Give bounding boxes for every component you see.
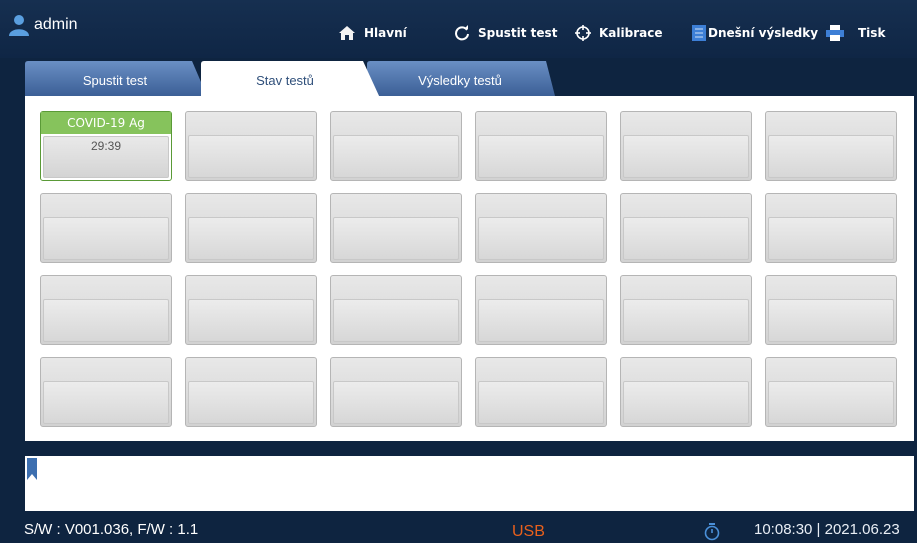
test-slot[interactable]: [330, 193, 462, 263]
test-slot[interactable]: [620, 193, 752, 263]
test-slot-timer: 29:39: [90, 139, 122, 153]
test-slot[interactable]: [475, 111, 607, 181]
test-slot[interactable]: [765, 275, 897, 345]
home-icon: [339, 26, 355, 40]
test-slot[interactable]: [475, 275, 607, 345]
nav-print-label: Tisk: [858, 26, 886, 40]
tab-run-test-label: Spustit test: [82, 72, 148, 88]
test-slot[interactable]: [475, 193, 607, 263]
test-slot[interactable]: [330, 275, 462, 345]
test-slot[interactable]: [765, 193, 897, 263]
tab-test-results-label: Výsledky testů: [418, 72, 502, 88]
printer-icon: [826, 25, 844, 41]
nav-home-button[interactable]: Hlavní: [338, 25, 407, 41]
user-name: admin: [34, 16, 78, 33]
test-slot[interactable]: [40, 275, 172, 345]
bookmark-icon: [27, 458, 37, 480]
test-slot[interactable]: [330, 357, 462, 427]
test-slot[interactable]: [185, 193, 317, 263]
tab-run-test[interactable]: Spustit test: [30, 60, 200, 96]
timer-icon: [704, 523, 720, 541]
refresh-icon: [455, 25, 469, 41]
test-slot[interactable]: [40, 357, 172, 427]
tab-test-status-label: Stav testů: [256, 72, 314, 88]
nav-calibration-label: Kalibrace: [599, 26, 663, 40]
usb-status: USB: [512, 523, 545, 540]
date-time: 10:08:30 | 2021.06.23: [754, 521, 900, 538]
test-slot[interactable]: [765, 111, 897, 181]
test-slot[interactable]: [765, 357, 897, 427]
test-slot[interactable]: [185, 111, 317, 181]
test-slot-active[interactable]: COVID-19 Ag 29:39: [40, 111, 172, 181]
test-slot[interactable]: [620, 111, 752, 181]
user-info: admin: [8, 14, 78, 36]
status-bar: S/W : V001.036, F/W : 1.1 USB 10:08:30 |…: [0, 517, 917, 543]
test-slot-body: 29:39: [43, 136, 169, 178]
test-slot[interactable]: [620, 357, 752, 427]
document-icon: [692, 25, 706, 41]
message-bar: [25, 456, 914, 511]
test-slot[interactable]: [475, 357, 607, 427]
nav-today-results-label: Dnešní výsledky: [708, 26, 819, 40]
crosshair-icon: [575, 25, 591, 41]
nav-today-results-button[interactable]: Dnešní výsledky: [692, 25, 818, 41]
tab-test-results[interactable]: Výsledky testů: [375, 60, 545, 96]
nav-print-button[interactable]: Tisk: [826, 25, 885, 41]
test-slot[interactable]: [40, 193, 172, 263]
test-slot[interactable]: [185, 357, 317, 427]
test-status-panel: COVID-19 Ag 29:39: [25, 96, 914, 441]
nav-run-test-button[interactable]: Spustit test: [454, 25, 557, 41]
version-info: S/W : V001.036, F/W : 1.1: [24, 521, 199, 538]
top-bar: admin Hlavní Spustit test Kalibrace Dneš…: [0, 0, 917, 58]
user-icon: [9, 15, 29, 36]
nav-calibration-button[interactable]: Kalibrace: [575, 25, 662, 41]
test-slot[interactable]: [620, 275, 752, 345]
nav-home-label: Hlavní: [364, 26, 407, 40]
test-slot[interactable]: [185, 275, 317, 345]
nav-run-test-label: Spustit test: [478, 26, 558, 40]
tab-test-status[interactable]: Stav testů: [205, 60, 365, 96]
test-slot-name: COVID-19 Ag: [41, 112, 171, 134]
test-slot[interactable]: [330, 111, 462, 181]
